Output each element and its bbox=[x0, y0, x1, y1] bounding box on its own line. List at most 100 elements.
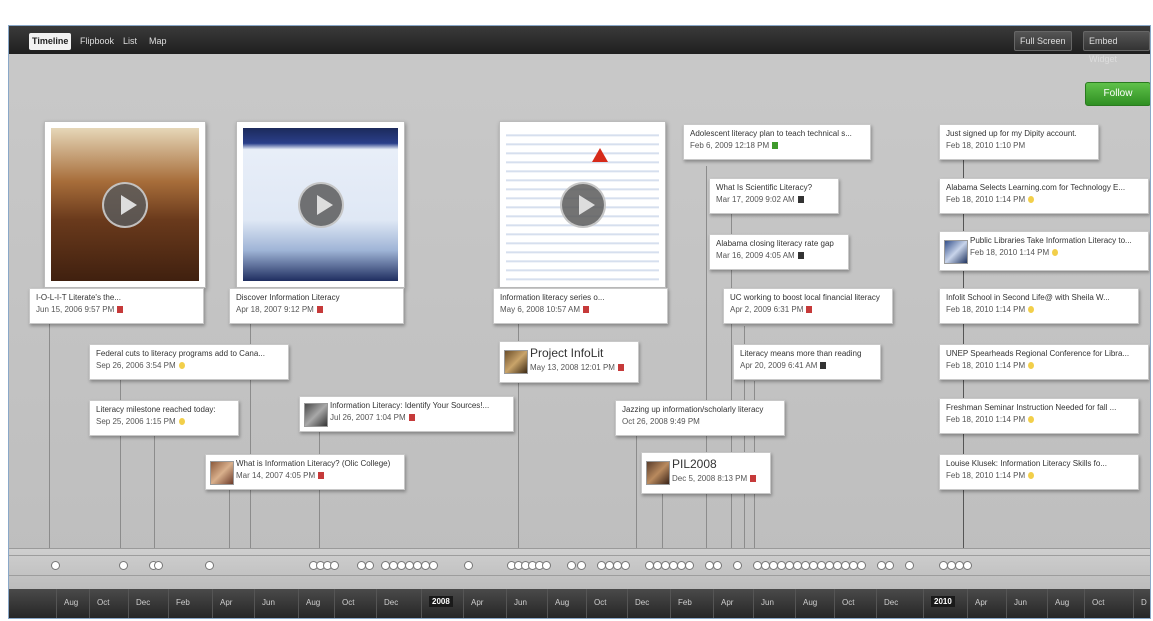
video-icon bbox=[750, 475, 757, 483]
event-marker[interactable] bbox=[621, 561, 630, 570]
axis-tick bbox=[795, 589, 796, 618]
event-date: Mar 14, 2007 4:05 PM bbox=[236, 471, 316, 480]
follow-button[interactable]: Follow bbox=[1085, 82, 1150, 106]
play-icon[interactable] bbox=[559, 181, 606, 228]
event-card[interactable]: UC working to boost local financial lite… bbox=[723, 288, 893, 324]
video-event-card[interactable]: Information literacy series o... May 6, … bbox=[493, 288, 668, 324]
tab-flipbook[interactable]: Flipbook bbox=[77, 34, 117, 48]
axis-month-label: Dec bbox=[635, 598, 650, 607]
event-marker[interactable] bbox=[464, 561, 473, 570]
event-date: Jun 15, 2006 9:57 PM bbox=[36, 305, 115, 314]
event-card[interactable]: UNEP Spearheads Regional Conference for … bbox=[939, 344, 1149, 380]
event-marker[interactable] bbox=[857, 561, 866, 570]
event-marker[interactable] bbox=[542, 561, 551, 570]
event-marker[interactable] bbox=[885, 561, 894, 570]
axis-month-label: Aug bbox=[555, 598, 570, 607]
axis-month-label: Aug bbox=[306, 598, 321, 607]
event-card[interactable]: Louise Klusek: Information Literacy Skil… bbox=[939, 454, 1139, 490]
news-icon bbox=[1052, 249, 1059, 257]
event-card[interactable]: Alabama closing literacy rate gap Mar 16… bbox=[709, 234, 849, 270]
axis-month-label: Feb bbox=[176, 598, 190, 607]
event-marker[interactable] bbox=[905, 561, 914, 570]
event-date: Feb 18, 2010 1:14 PM bbox=[946, 195, 1026, 204]
axis-tick bbox=[506, 589, 507, 618]
event-marker[interactable] bbox=[733, 561, 742, 570]
news-icon bbox=[1028, 306, 1035, 314]
connector-line bbox=[662, 491, 663, 556]
event-title: Information literacy series o... bbox=[500, 293, 605, 302]
event-card[interactable]: Adolescent literacy plan to teach techni… bbox=[683, 124, 871, 160]
tab-timeline[interactable]: Timeline bbox=[29, 33, 72, 50]
event-card[interactable]: Literacy milestone reached today: Sep 25… bbox=[89, 400, 239, 436]
connector-line bbox=[706, 166, 707, 556]
event-card[interactable]: Federal cuts to literacy programs add to… bbox=[89, 344, 289, 380]
axis-tick bbox=[56, 589, 57, 618]
event-card[interactable]: Literacy means more than reading Apr 20,… bbox=[733, 344, 881, 380]
event-marker[interactable] bbox=[577, 561, 586, 570]
event-card[interactable]: What is Information Literacy? (Olic Coll… bbox=[205, 454, 405, 490]
link-icon bbox=[772, 142, 779, 150]
avatar bbox=[646, 461, 670, 485]
date-axis[interactable]: Aug Oct Dec Feb Apr Jun Aug Oct Dec 2008 Apr Jun Aug… bbox=[9, 589, 1150, 618]
event-title: Louise Klusek: Information Literacy Skil… bbox=[946, 459, 1107, 468]
news-icon bbox=[178, 362, 185, 370]
axis-month-label: Oct bbox=[1092, 598, 1105, 607]
video-event-card[interactable]: I-O-L-I-T Literate's the... Jun 15, 2006… bbox=[29, 288, 204, 324]
axis-month-label: Apr bbox=[471, 598, 484, 607]
event-date: Oct 26, 2008 9:49 PM bbox=[622, 417, 700, 426]
timeline-navigator[interactable]: Aug Oct Dec Feb Apr Jun Aug Oct Dec 2008 Apr Jun Aug… bbox=[9, 548, 1150, 618]
event-card[interactable]: Jazzing up information/scholarly literac… bbox=[615, 400, 785, 436]
avatar bbox=[210, 461, 234, 485]
event-card[interactable]: Alabama Selects Learning.com for Technol… bbox=[939, 178, 1149, 214]
event-marker[interactable] bbox=[330, 561, 339, 570]
tab-map[interactable]: Map bbox=[146, 34, 170, 48]
event-date: May 13, 2008 12:01 PM bbox=[530, 363, 615, 372]
embed-widget-button[interactable]: Embed Widget bbox=[1083, 31, 1150, 64]
tab-list[interactable]: List bbox=[120, 34, 140, 48]
event-title: Literacy means more than reading bbox=[740, 349, 862, 358]
event-marker[interactable] bbox=[205, 561, 214, 570]
event-marker[interactable] bbox=[963, 561, 972, 570]
event-date: Dec 5, 2008 8:13 PM bbox=[672, 474, 748, 483]
event-card[interactable]: Just signed up for my Dipity account. Fe… bbox=[939, 124, 1099, 160]
axis-tick bbox=[586, 589, 587, 618]
event-title: What Is Scientific Literacy? bbox=[716, 183, 813, 192]
event-date: Feb 6, 2009 12:18 PM bbox=[690, 141, 770, 150]
event-marker[interactable] bbox=[567, 561, 576, 570]
event-marker[interactable] bbox=[119, 561, 128, 570]
news-icon bbox=[1028, 362, 1035, 370]
event-marker[interactable] bbox=[685, 561, 694, 570]
axis-tick bbox=[376, 589, 377, 618]
event-card[interactable]: Public Libraries Take Information Litera… bbox=[939, 231, 1149, 271]
video-card-thumbnail[interactable] bbox=[236, 121, 405, 288]
axis-tick bbox=[1006, 589, 1007, 618]
video-card-thumbnail[interactable] bbox=[499, 121, 666, 288]
axis-month-label: Dec bbox=[136, 598, 151, 607]
axis-tick bbox=[298, 589, 299, 618]
video-event-card[interactable]: Discover Information Literacy Apr 18, 20… bbox=[229, 288, 404, 324]
event-marker[interactable] bbox=[429, 561, 438, 570]
event-marker[interactable] bbox=[51, 561, 60, 570]
event-marker-track[interactable] bbox=[9, 548, 1150, 589]
event-card[interactable]: Freshman Seminar Instruction Needed for … bbox=[939, 398, 1139, 434]
axis-month-label: Aug bbox=[64, 598, 79, 607]
event-card[interactable]: Infolit School in Second Life@ with Shei… bbox=[939, 288, 1139, 324]
event-marker[interactable] bbox=[713, 561, 722, 570]
event-card[interactable]: PIL2008 Dec 5, 2008 8:13 PM bbox=[641, 452, 771, 494]
video-thumbnail bbox=[243, 128, 398, 281]
full-screen-button[interactable]: Full Screen bbox=[1014, 31, 1072, 51]
play-icon[interactable] bbox=[297, 181, 344, 228]
axis-month-label: Jun bbox=[262, 598, 275, 607]
play-icon[interactable] bbox=[102, 181, 148, 228]
event-marker[interactable] bbox=[365, 561, 374, 570]
event-card[interactable]: Project InfoLit May 13, 2008 12:01 PM bbox=[499, 341, 639, 383]
connector-line bbox=[250, 301, 251, 556]
event-title: I-O-L-I-T Literate's the... bbox=[36, 293, 121, 302]
event-card[interactable]: What Is Scientific Literacy? Mar 17, 200… bbox=[709, 178, 839, 214]
axis-tick bbox=[547, 589, 548, 618]
link-icon bbox=[797, 196, 804, 204]
event-marker[interactable] bbox=[154, 561, 163, 570]
event-card[interactable]: Information Literacy: Identify Your Sour… bbox=[299, 396, 514, 432]
axis-month-label: Jun bbox=[514, 598, 527, 607]
video-card-thumbnail[interactable] bbox=[44, 121, 206, 288]
